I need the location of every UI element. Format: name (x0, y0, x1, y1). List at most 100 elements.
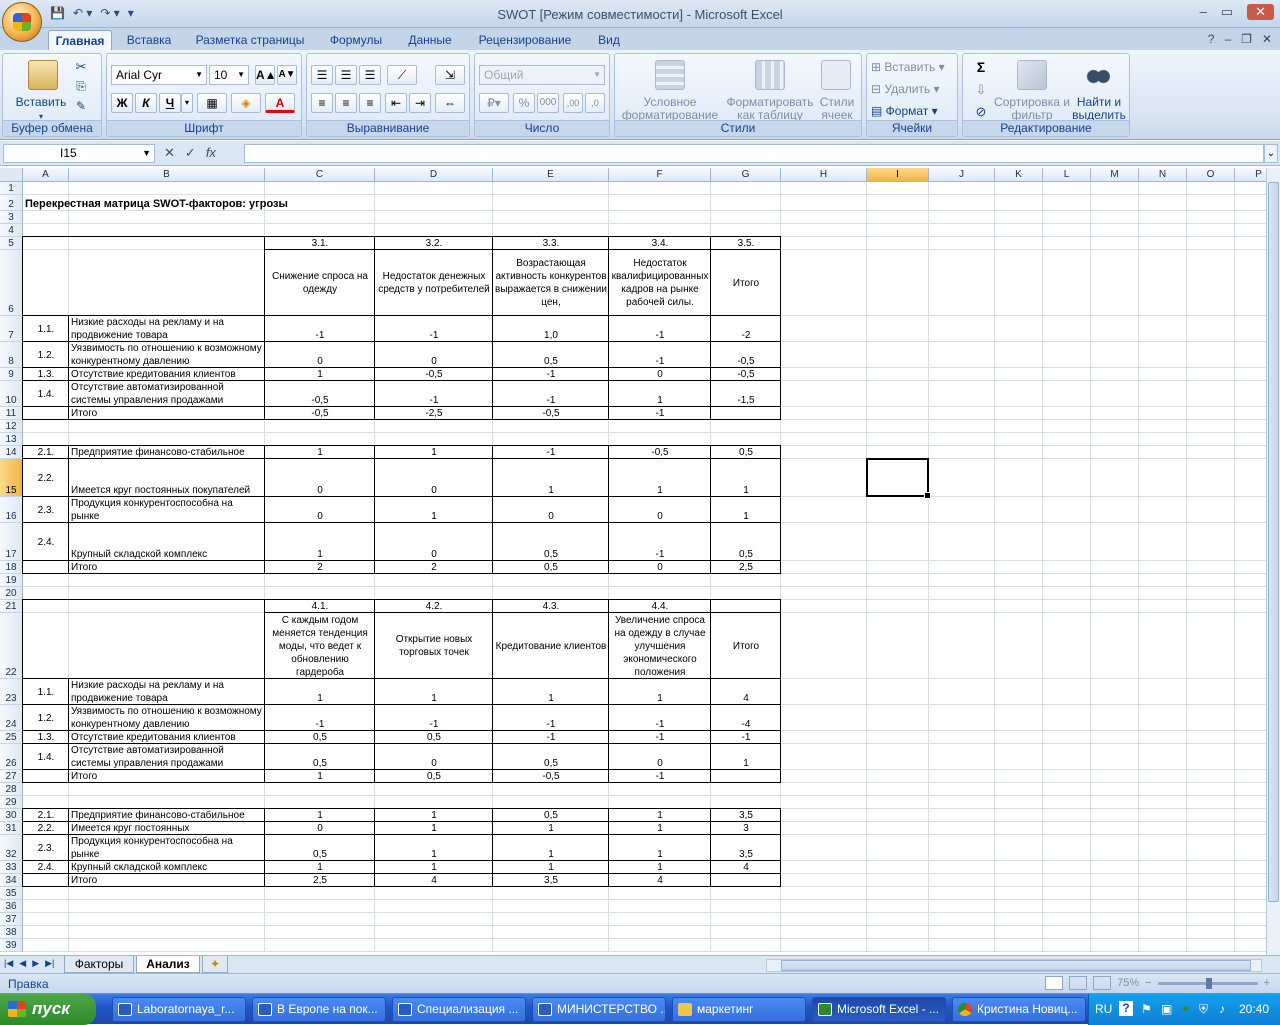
help-tray-icon[interactable]: ? (1119, 1001, 1133, 1016)
factor-code[interactable]: 4.4. (609, 600, 711, 613)
insert-function-icon[interactable]: fx (206, 145, 216, 161)
value-cell[interactable]: 1 (609, 822, 711, 835)
select-all-corner[interactable] (0, 168, 23, 182)
column-header-g[interactable]: G (711, 168, 781, 182)
sort-filter-button[interactable]: Сортировка и фильтр (993, 96, 1071, 122)
value-cell[interactable]: -1 (609, 770, 711, 783)
column-header-l[interactable]: L (1043, 168, 1091, 182)
value-cell[interactable]: 0 (493, 497, 609, 523)
column-header-o[interactable]: O (1187, 168, 1235, 182)
value-cell[interactable]: -2 (711, 316, 781, 342)
row-header-34[interactable]: 34 (0, 874, 23, 887)
doc-restore-button[interactable]: ❐ (1241, 32, 1252, 46)
value-cell[interactable]: 1 (711, 459, 781, 497)
format-painter-icon[interactable]: ✎ (73, 100, 89, 113)
value-cell[interactable]: -1 (375, 381, 493, 407)
underline-button[interactable]: Ч (159, 93, 181, 113)
value-cell[interactable]: 1 (375, 861, 493, 874)
align-middle-button[interactable]: ☰ (335, 65, 357, 85)
row-header-5[interactable]: 5 (0, 237, 23, 250)
page-break-view-icon[interactable] (1093, 976, 1112, 990)
factor-header[interactable]: Возрастающая активность конкурентов выра… (493, 250, 609, 316)
factor-code[interactable]: 3.2. (375, 237, 493, 250)
zoom-knob[interactable] (1205, 977, 1212, 989)
value-cell[interactable]: 0,5 (493, 561, 609, 574)
taskbar-item[interactable]: Laboratornaya_r... (112, 997, 246, 1022)
value-cell[interactable]: -4 (711, 705, 781, 731)
value-cell[interactable]: -1 (609, 523, 711, 561)
value-cell[interactable]: 0 (609, 497, 711, 523)
row-label[interactable]: Продукция конкурентоспособна на рынке (69, 835, 265, 861)
row-header-33[interactable]: 33 (0, 861, 23, 874)
factor-header[interactable]: Итого (711, 613, 781, 679)
tab-formulas[interactable]: Формулы (322, 30, 390, 50)
row-header-19[interactable]: 19 (0, 574, 23, 587)
value-cell[interactable]: 1 (493, 822, 609, 835)
row-header-32[interactable]: 32 (0, 835, 23, 861)
row-label[interactable]: Отсутствие кредитования клиентов (69, 731, 265, 744)
tab-data[interactable]: Данные (400, 30, 460, 50)
taskbar-item-active[interactable]: Microsoft Excel - ... (812, 997, 946, 1022)
font-color-button[interactable]: A (265, 93, 295, 113)
tab-home[interactable]: Главная (48, 30, 112, 50)
row-header-9[interactable]: 9 (0, 368, 23, 381)
value-cell[interactable]: 0 (609, 368, 711, 381)
row-header-22[interactable]: 22 (0, 613, 23, 679)
value-cell[interactable]: 0 (265, 459, 375, 497)
row-header-38[interactable]: 38 (0, 926, 23, 939)
paste-icon[interactable] (28, 60, 58, 90)
row-code[interactable]: 2.4. (23, 861, 69, 874)
value-cell[interactable]: 1 (609, 861, 711, 874)
value-cell[interactable]: 0 (265, 497, 375, 523)
row-label[interactable]: Предприятие финансово-стабильное (69, 446, 265, 459)
row-code[interactable]: 1.4. (23, 381, 69, 407)
office-button[interactable] (2, 2, 42, 42)
zoom-level[interactable]: 75% (1117, 977, 1139, 989)
row-header-6[interactable]: 6 (0, 250, 23, 316)
italic-button[interactable]: К (135, 93, 157, 113)
row-code[interactable] (23, 874, 69, 887)
maximize-button[interactable]: ▭ (1221, 4, 1233, 20)
value-cell[interactable]: 1 (711, 497, 781, 523)
value-cell[interactable] (711, 874, 781, 887)
row-code[interactable]: 1.4. (23, 744, 69, 770)
number-format-select[interactable]: Общий ▼ (479, 65, 605, 85)
row-header-7[interactable]: 7 (0, 316, 23, 342)
factor-header[interactable]: С каждым годом меняется тенденция моды, … (265, 613, 375, 679)
value-cell[interactable]: 3,5 (493, 874, 609, 887)
value-cell[interactable]: -1 (493, 705, 609, 731)
value-cell[interactable]: 0,5 (375, 770, 493, 783)
row-label[interactable]: Имеется круг постоянных покупателей (69, 459, 265, 497)
volume-icon[interactable]: ♪ (1219, 1002, 1225, 1016)
monitor-icon[interactable]: ▣ (1161, 1002, 1172, 1016)
factor-header[interactable]: Снижение спроса на одежду (265, 250, 375, 316)
name-box[interactable]: I15 ▼ (3, 144, 155, 163)
align-right-button[interactable]: ≡ (359, 93, 381, 113)
value-cell[interactable]: -2,5 (375, 407, 493, 420)
value-cell[interactable]: 1 (609, 835, 711, 861)
value-cell[interactable]: 1 (493, 459, 609, 497)
value-cell[interactable]: -1 (265, 316, 375, 342)
value-cell[interactable]: -1 (609, 316, 711, 342)
align-left-button[interactable]: ≡ (311, 93, 333, 113)
value-cell[interactable]: 0 (609, 744, 711, 770)
decrease-decimal-button[interactable]: ,0 (585, 93, 605, 113)
column-header-k[interactable]: K (995, 168, 1043, 182)
value-cell[interactable] (711, 407, 781, 420)
value-cell[interactable]: -1 (265, 705, 375, 731)
value-cell[interactable]: 1 (375, 446, 493, 459)
value-cell[interactable]: 2 (375, 561, 493, 574)
value-cell[interactable]: -1 (493, 381, 609, 407)
last-sheet-button[interactable]: ▶| (45, 958, 54, 969)
value-cell[interactable]: 0 (375, 523, 493, 561)
value-cell[interactable]: 2,5 (711, 561, 781, 574)
tab-view[interactable]: Вид (590, 30, 628, 50)
increase-decimal-button[interactable]: ,00 (563, 93, 583, 113)
value-cell[interactable]: -1 (493, 731, 609, 744)
thousands-button[interactable]: 000 (537, 93, 559, 113)
value-cell[interactable]: 0 (375, 744, 493, 770)
value-cell[interactable]: 0 (265, 342, 375, 368)
row-label[interactable]: Итого (69, 407, 265, 420)
value-cell[interactable]: -0,5 (609, 446, 711, 459)
row-label[interactable]: Продукция конкурентоспособна на рынке (69, 497, 265, 523)
